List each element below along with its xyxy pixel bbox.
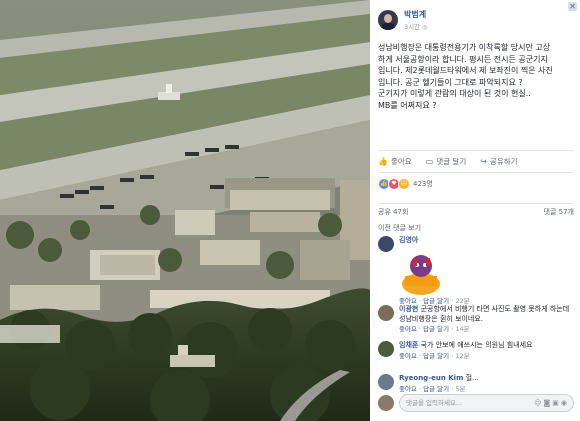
comment-like[interactable]: 좋아요	[399, 385, 417, 393]
post-line: 하게 서울공항이라 합니다. 평시든 전시든 공군기지	[378, 54, 548, 64]
comment-time: 5분	[455, 384, 466, 393]
comment-button[interactable]: ▭ 댓글 달기	[426, 156, 467, 167]
comment-text: 헐...	[465, 374, 479, 382]
sticker-drawing	[402, 254, 440, 295]
thumbs-up-icon: 👍	[378, 157, 388, 166]
comment-text: 국가 안보에 애쓰시는 의원님 힘내세요	[420, 341, 533, 349]
comment-icon: ▭	[425, 157, 434, 166]
author-name[interactable]: 박범계	[404, 9, 427, 20]
commenter-avatar[interactable]	[378, 341, 394, 357]
comment-composer: 댓글을 입력하세요... ☺◙▣◉	[378, 394, 574, 412]
commenter-name[interactable]: Ryeong-eun Kim	[399, 374, 463, 382]
current-user-avatar	[378, 395, 394, 411]
comment-like[interactable]: 좋아요	[399, 352, 417, 360]
share-count[interactable]: 공유 47회	[378, 207, 408, 217]
post-line: 성남비행장은 대통령전용기가 이착륙할 당시만 고상	[378, 43, 551, 52]
post-text: 성남비행장은 대통령전용기가 이착륙할 당시만 고상 하게 서울공항이라 합니다…	[378, 42, 574, 111]
reaction-count: 423명	[413, 180, 433, 188]
commenter-avatar[interactable]	[378, 236, 394, 252]
post-line: 입니다. 제2롯데월드타워에서 제 보좌진이 찍은 사진	[378, 66, 553, 75]
like-label: 좋아요	[390, 157, 412, 166]
comment-count[interactable]: 댓글 57개	[544, 207, 574, 217]
post-time[interactable]: 3시간	[404, 23, 420, 31]
comment-reply[interactable]: 답글 달기	[423, 297, 449, 305]
author-avatar[interactable]	[378, 10, 398, 30]
comment-like[interactable]: 좋아요	[399, 297, 417, 305]
comment-time: 14분	[455, 325, 470, 333]
share-label: 공유하기	[489, 157, 518, 166]
reactions-summary[interactable]: 👍 ♥ ☹ 423명	[378, 178, 433, 190]
post-line: MB를 어쩌지요 ?	[378, 100, 437, 110]
sticker-image	[399, 250, 443, 296]
camera-icon[interactable]: ◙	[543, 399, 552, 407]
share-button[interactable]: ↪ 공유하기	[480, 156, 517, 167]
comment-item: Ryeong-eun Kim 헐... 좋아요 · 답글 달기 · 5분	[378, 374, 574, 394]
comment-item: 이광현 군공항에서 비행기 타면 사진도 촬영 못하게 하는데 성남비행장은 훤…	[378, 305, 574, 335]
post-line: 군기지가 이렇게 관람의 대상이 된 것이 현실..	[378, 89, 531, 98]
comment-reply[interactable]: 답글 달기	[423, 325, 449, 333]
comment-time: 12분	[455, 351, 470, 360]
commenter-avatar[interactable]	[378, 305, 394, 321]
globe-icon: ◎	[422, 24, 428, 31]
comment-placeholder: 댓글을 입력하세요...	[406, 399, 463, 407]
comment-label: 댓글 달기	[436, 157, 467, 166]
comment-item: 김영아 좋아요 · 답글 달기 · 22분	[378, 236, 574, 306]
comment-input[interactable]: 댓글을 입력하세요... ☺◙▣◉	[399, 394, 574, 412]
post-header: 박범계 3시간 ◎	[378, 9, 427, 31]
gif-icon[interactable]: ▣	[552, 399, 561, 407]
post-photo[interactable]	[0, 0, 370, 421]
post-actions: 👍 좋아요 ▭ 댓글 달기 ↪ 공유하기	[378, 150, 574, 173]
post-line: 입니다. 공군 헬기들이 그대로 파악되지요 ?	[378, 77, 523, 87]
comment-text: 군공항에서 비행기 타면 사진도 촬영 못하게 하는데 성남비행장은 훤히 보이…	[399, 305, 570, 323]
comment-time: 22분	[455, 296, 470, 305]
commenter-name[interactable]: 이광현	[399, 305, 418, 313]
composer-icons: ☺◙▣◉	[534, 395, 569, 411]
commenter-avatar[interactable]	[378, 374, 394, 390]
close-icon[interactable]: ✕	[568, 2, 577, 11]
comment-reply[interactable]: 답글 달기	[423, 385, 449, 393]
airbase-photo	[0, 0, 370, 421]
sticker-icon[interactable]: ◉	[561, 399, 569, 407]
sad-icon: ☹	[398, 178, 410, 190]
comment-item: 임채훈 국가 안보에 애쓰시는 의원님 힘내세요 좋아요 · 답글 달기 · 1…	[378, 341, 574, 361]
post-side-panel: ✕ 박범계 3시간 ◎ 성남비행장은 대통령전용기가 이착륙할 당시만 고상 하…	[370, 0, 580, 421]
commenter-name[interactable]: 김영아	[399, 236, 470, 246]
commenter-name[interactable]: 임채훈	[399, 341, 418, 349]
share-comment-counts: 공유 47회 댓글 57개	[378, 203, 574, 217]
comment-like[interactable]: 좋아요	[399, 325, 417, 333]
like-button[interactable]: 👍 좋아요	[378, 156, 412, 167]
share-icon: ↪	[480, 157, 487, 166]
comment-reply[interactable]: 답글 달기	[423, 352, 449, 360]
view-previous-comments[interactable]: 이전 댓글 보기	[378, 223, 421, 233]
